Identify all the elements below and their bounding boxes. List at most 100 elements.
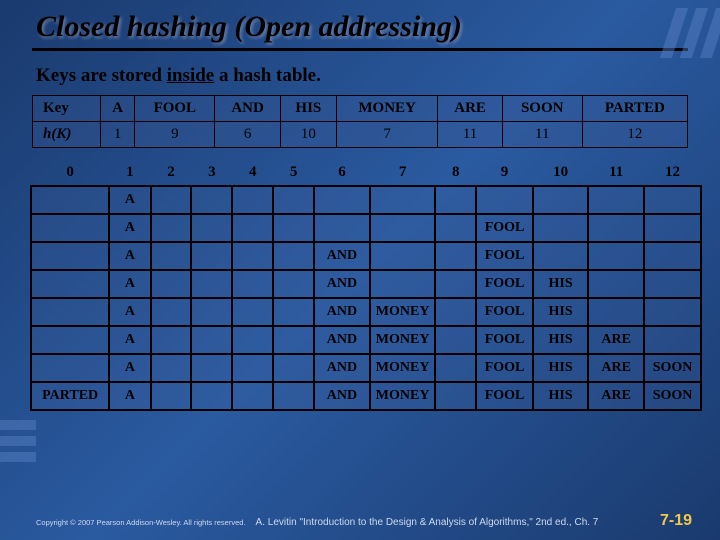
subtitle-pre: Keys are stored: [36, 65, 167, 86]
insert-cell: [370, 186, 435, 214]
insert-cell: [191, 270, 232, 298]
insert-row: AANDMONEYFOOLHISARE: [31, 326, 701, 354]
insert-cell: A: [109, 214, 150, 242]
insert-col-header: 9: [476, 158, 533, 186]
insert-cell: [31, 186, 109, 214]
insert-cell: A: [109, 298, 150, 326]
title-rule: [32, 48, 688, 51]
insert-row: A FOOL: [31, 214, 701, 242]
insert-cell: HIS: [533, 382, 588, 410]
insert-cell: [370, 214, 435, 242]
insert-cell: [435, 214, 476, 242]
insert-cell: [273, 326, 314, 354]
insert-cell: FOOL: [476, 298, 533, 326]
insert-cell: [435, 326, 476, 354]
insert-cell: [31, 270, 109, 298]
insert-cell: [31, 214, 109, 242]
insert-cell: [476, 186, 533, 214]
insert-cell: FOOL: [476, 270, 533, 298]
subtitle-underline: inside: [167, 65, 215, 86]
insert-cell: HIS: [533, 270, 588, 298]
insert-row: AANDMONEYFOOLHISARESOON: [31, 354, 701, 382]
insert-cell: [435, 270, 476, 298]
insert-cell: [31, 242, 109, 270]
insert-header-row: 0123456789101112: [31, 158, 701, 186]
insert-cell: [533, 186, 588, 214]
insert-cell: [644, 298, 701, 326]
insert-cell: A: [109, 242, 150, 270]
insert-cell: HIS: [533, 298, 588, 326]
insert-cell: [232, 326, 273, 354]
insert-cell: [273, 382, 314, 410]
insert-row: A AND FOOL: [31, 242, 701, 270]
insert-cell: [151, 242, 192, 270]
insert-cell: AND: [314, 270, 370, 298]
insert-cell: [588, 270, 644, 298]
hash-key-cell: ARE: [438, 96, 502, 122]
hash-key-cell: A: [101, 96, 135, 122]
insert-cell: [232, 382, 273, 410]
insert-cell: [644, 270, 701, 298]
insert-cell: FOOL: [476, 382, 533, 410]
hash-value-cell: 1: [101, 122, 135, 148]
insert-cell: [588, 186, 644, 214]
hash-row-label-hk: h(K): [33, 122, 101, 148]
insert-cell: [151, 354, 192, 382]
insert-cell: [191, 354, 232, 382]
slide-subtitle: Keys are stored inside a hash table.: [0, 65, 720, 93]
insert-cell: [370, 270, 435, 298]
insert-cell: [273, 214, 314, 242]
footer-copyright: Copyright © 2007 Pearson Addison-Wesley.…: [36, 518, 246, 527]
insert-col-header: 12: [644, 158, 701, 186]
insert-cell: FOOL: [476, 326, 533, 354]
hash-value-cell: 11: [438, 122, 502, 148]
insert-col-header: 11: [588, 158, 644, 186]
insert-cell: ARE: [588, 354, 644, 382]
hash-function-table: Key A FOOL AND HIS MONEY ARE SOON PARTED…: [32, 95, 688, 148]
insert-cell: MONEY: [370, 382, 435, 410]
hash-key-cell: HIS: [280, 96, 336, 122]
insert-cell: [191, 298, 232, 326]
insert-cell: [644, 214, 701, 242]
insert-cell: AND: [314, 242, 370, 270]
insert-cell: [191, 242, 232, 270]
insert-cell: SOON: [644, 382, 701, 410]
insert-cell: [31, 354, 109, 382]
insert-cell: [533, 214, 588, 242]
hash-key-cell: MONEY: [336, 96, 438, 122]
insert-cell: HIS: [533, 326, 588, 354]
insert-row: A: [31, 186, 701, 214]
insert-cell: [232, 298, 273, 326]
insert-cell: FOOL: [476, 242, 533, 270]
insert-cell: [644, 242, 701, 270]
insert-cell: AND: [314, 354, 370, 382]
insert-cell: [273, 298, 314, 326]
insert-cell: [191, 382, 232, 410]
hash-value-cell: 6: [215, 122, 281, 148]
insert-cell: [273, 270, 314, 298]
insert-cell: [644, 186, 701, 214]
hash-key-cell: PARTED: [582, 96, 687, 122]
insert-cell: [273, 354, 314, 382]
insert-cell: [151, 214, 192, 242]
insert-col-header: 4: [232, 158, 273, 186]
insert-cell: AND: [314, 326, 370, 354]
insert-cell: AND: [314, 298, 370, 326]
insert-cell: [273, 242, 314, 270]
insert-cell: [232, 354, 273, 382]
hash-values-row: h(K) 1 9 6 10 7 11 11 12: [33, 122, 688, 148]
insert-col-header: 5: [273, 158, 314, 186]
insert-cell: [151, 382, 192, 410]
insert-cell: AND: [314, 382, 370, 410]
insert-cell: MONEY: [370, 326, 435, 354]
insert-cell: [435, 354, 476, 382]
insert-cell: ARE: [588, 382, 644, 410]
insert-cell: FOOL: [476, 214, 533, 242]
footer-citation: A. Levitin "Introduction to the Design &…: [256, 517, 650, 528]
slide-footer: Copyright © 2007 Pearson Addison-Wesley.…: [0, 512, 720, 530]
insert-cell: FOOL: [476, 354, 533, 382]
insert-cell: MONEY: [370, 354, 435, 382]
hash-value-cell: 12: [582, 122, 687, 148]
insert-col-header: 6: [314, 158, 370, 186]
hash-key-cell: SOON: [502, 96, 582, 122]
